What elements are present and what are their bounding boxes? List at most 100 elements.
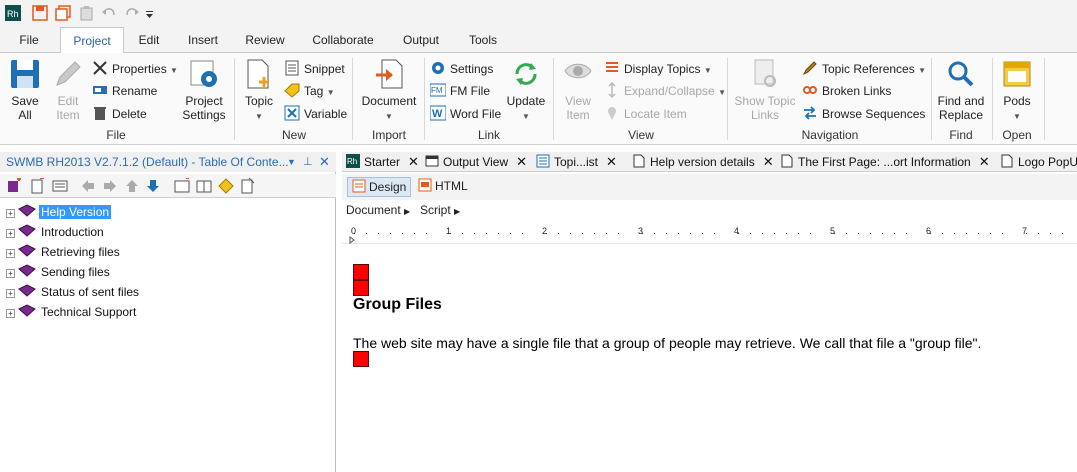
delete-button[interactable]: Delete bbox=[92, 104, 147, 124]
expand-collapse-button[interactable]: Expand/Collapse ▼ bbox=[604, 81, 726, 101]
toc-item-sending-files[interactable]: + Sending files bbox=[6, 263, 112, 281]
doc-tab-help-version-details[interactable]: Help version details ✕ bbox=[632, 152, 774, 172]
tab-output[interactable]: Output bbox=[392, 27, 450, 53]
close-icon[interactable]: ✕ bbox=[408, 154, 419, 169]
find-and-replace-button[interactable]: Find and Replace bbox=[934, 57, 988, 122]
close-icon[interactable]: ✕ bbox=[606, 154, 617, 169]
tab-project[interactable]: Project bbox=[60, 27, 124, 54]
edit-item-button[interactable]: Edit Item bbox=[48, 57, 88, 122]
new-page-icon[interactable] bbox=[29, 178, 45, 194]
link-settings-button[interactable]: Settings bbox=[430, 59, 493, 79]
close-icon[interactable]: ✕ bbox=[979, 154, 990, 169]
fm-file-button[interactable]: FM FM File bbox=[430, 81, 490, 101]
expand-icon[interactable]: + bbox=[6, 209, 15, 218]
update-label: Update bbox=[506, 94, 546, 108]
save-all-button[interactable]: Save All bbox=[4, 57, 46, 122]
doc-tab-logo-popup[interactable]: Logo PopU bbox=[1000, 152, 1077, 172]
rename-button[interactable]: Rename bbox=[92, 81, 157, 101]
show-topic-links-button[interactable]: Show Topic Links bbox=[731, 57, 799, 122]
broken-links-button[interactable]: Broken Links bbox=[802, 81, 891, 101]
expand-icon[interactable]: + bbox=[6, 309, 15, 318]
new-topic-icon bbox=[247, 59, 269, 89]
close-icon[interactable]: ✕ bbox=[516, 154, 527, 169]
doc-tab-output-view[interactable]: Output View ✕ bbox=[425, 152, 527, 172]
browse-sequences-button[interactable]: Browse Sequences bbox=[802, 104, 925, 124]
toc-item-help-version[interactable]: + Help Version bbox=[6, 203, 112, 221]
expand-icon[interactable]: + bbox=[6, 249, 15, 258]
page-icon bbox=[781, 154, 793, 168]
redo-icon[interactable] bbox=[124, 5, 140, 21]
update-button[interactable]: Update ▼ bbox=[504, 57, 548, 124]
book-view-icon[interactable] bbox=[196, 178, 212, 194]
toc-item-retrieving-files[interactable]: + Retrieving files bbox=[6, 243, 122, 261]
close-icon[interactable]: ✕ bbox=[763, 154, 774, 169]
rename-label: Rename bbox=[112, 84, 158, 98]
document-menu[interactable]: Document ▶ bbox=[346, 201, 410, 221]
design-icon bbox=[352, 179, 366, 193]
expand-icon[interactable]: + bbox=[6, 229, 15, 238]
word-file-button[interactable]: W Word File bbox=[430, 104, 501, 124]
display-topics-button[interactable]: Display Topics ▼ bbox=[604, 59, 712, 79]
script-menu[interactable]: Script ▶ bbox=[420, 201, 460, 221]
project-settings-button[interactable]: Project Settings bbox=[180, 57, 228, 122]
snippet-button[interactable]: Snippet bbox=[284, 59, 345, 79]
variable-button[interactable]: Variable bbox=[284, 104, 347, 124]
locate-item-button[interactable]: Locate Item bbox=[604, 104, 687, 124]
tab-edit[interactable]: Edit bbox=[130, 27, 168, 53]
doc-tab-starter[interactable]: Rh Starter ✕ bbox=[346, 152, 419, 172]
placeholder-marker[interactable] bbox=[353, 351, 369, 367]
html-mode-button[interactable]: HTML bbox=[414, 177, 472, 197]
undo-icon[interactable] bbox=[101, 5, 117, 21]
sync-icon[interactable] bbox=[218, 178, 234, 194]
toc-item-technical-support[interactable]: + Technical Support bbox=[6, 303, 138, 321]
tab-insert[interactable]: Insert bbox=[178, 27, 228, 53]
tab-tools[interactable]: Tools bbox=[458, 27, 508, 53]
topic-references-button[interactable]: Topic References ▼ bbox=[802, 59, 926, 79]
close-icon[interactable]: ✕ bbox=[319, 152, 330, 172]
file-group-label: File bbox=[106, 128, 126, 142]
tab-collaborate[interactable]: Collaborate bbox=[302, 27, 384, 53]
save-icon[interactable] bbox=[32, 5, 48, 21]
book-icon bbox=[18, 244, 36, 257]
expand-icon[interactable]: + bbox=[6, 269, 15, 278]
chevron-down-icon: ▼ bbox=[326, 88, 335, 97]
tab-file[interactable]: File bbox=[10, 27, 48, 53]
doc-tab-first-page[interactable]: The First Page: ...ort Information ✕ bbox=[780, 152, 990, 172]
move-right-icon[interactable] bbox=[102, 178, 118, 194]
move-down-icon[interactable] bbox=[145, 178, 161, 194]
ruler-number: 5 bbox=[830, 226, 836, 236]
pane-menu-chevron-icon[interactable]: ▼ bbox=[287, 152, 296, 172]
toc-item-status-of-sent-files[interactable]: + Status of sent files bbox=[6, 283, 141, 301]
properties-button[interactable]: Properties ▼ bbox=[92, 59, 178, 79]
doc-tab-topic-list[interactable]: Topi...ist ✕ bbox=[536, 152, 617, 172]
design-mode-button[interactable]: Design bbox=[347, 177, 412, 197]
group-divider bbox=[931, 58, 932, 140]
toc-item-introduction[interactable]: + Introduction bbox=[6, 223, 106, 241]
import-document-icon bbox=[376, 59, 403, 89]
placeholder-marker[interactable] bbox=[353, 264, 369, 280]
move-left-icon[interactable] bbox=[80, 178, 96, 194]
clipboard-icon[interactable] bbox=[79, 5, 95, 21]
locate-item-label: Locate Item bbox=[624, 107, 687, 121]
pin-icon[interactable]: ⊥ bbox=[303, 152, 313, 172]
tag-button[interactable]: Tag ▼ bbox=[284, 81, 335, 101]
import-document-button[interactable]: Document ▼ bbox=[356, 57, 422, 124]
view-item-label: View Item bbox=[565, 94, 591, 122]
auto-create-toc-icon[interactable] bbox=[174, 178, 190, 194]
new-book-icon[interactable] bbox=[6, 178, 22, 194]
ruler: 0 1 2 3 4 5 6 7 bbox=[342, 224, 1077, 244]
delete-page-icon[interactable] bbox=[239, 178, 255, 194]
properties-icon[interactable] bbox=[52, 178, 68, 194]
chevron-down-icon: ▼ bbox=[703, 66, 712, 75]
new-window-icon[interactable] bbox=[55, 5, 71, 21]
framemaker-icon: FM bbox=[430, 83, 446, 97]
move-up-icon[interactable] bbox=[124, 178, 140, 194]
pods-button[interactable]: Pods ▼ bbox=[996, 57, 1038, 124]
customize-dropdown-icon[interactable] bbox=[145, 5, 161, 21]
view-item-button[interactable]: View Item bbox=[557, 57, 599, 122]
new-topic-button[interactable]: Topic ▼ bbox=[240, 57, 278, 124]
tab-review[interactable]: Review bbox=[238, 27, 292, 53]
expand-icon[interactable]: + bbox=[6, 289, 15, 298]
edit-item-label: Edit Item bbox=[56, 94, 80, 122]
placeholder-marker[interactable] bbox=[353, 280, 369, 296]
